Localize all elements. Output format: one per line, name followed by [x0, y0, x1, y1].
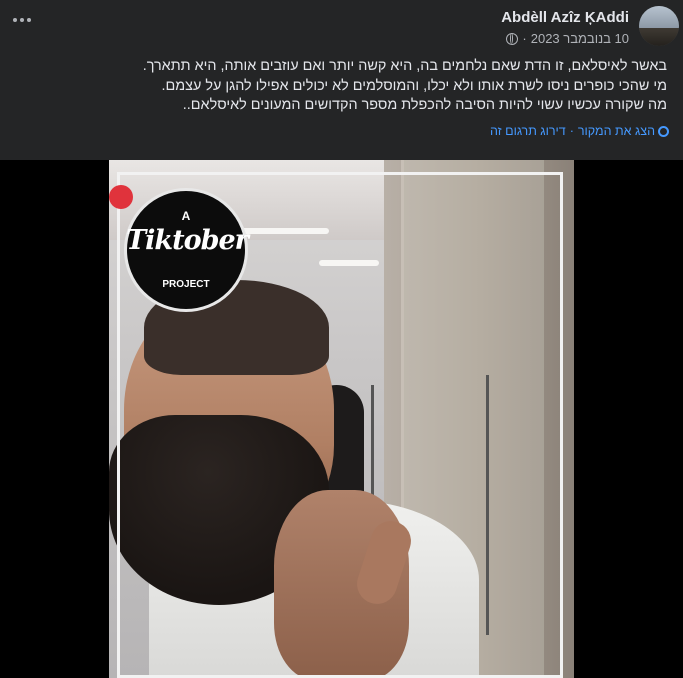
meta-separator: ·: [522, 31, 527, 46]
more-dot: [20, 18, 24, 22]
video-player[interactable]: A Tiktober PROJECT: [0, 160, 683, 678]
rate-translation-link[interactable]: דירוג תרגום זה: [490, 124, 566, 138]
translation-bar: הצג את המקור · דירוג תרגום זה: [490, 124, 655, 138]
gear-icon[interactable]: [658, 126, 669, 137]
red-badge: [109, 185, 133, 209]
post-date[interactable]: 10 בנובמבר 2023: [531, 31, 629, 46]
post-meta: 10 בנובמבר 2023 ·: [506, 31, 629, 46]
watermark-name: Tiktober: [126, 225, 249, 256]
translation-separator: ·: [569, 124, 574, 138]
author-name[interactable]: Abdèll Azîz ĶAddi: [501, 9, 629, 26]
globe-icon[interactable]: [506, 32, 519, 45]
watermark-top: A: [181, 209, 191, 223]
post-text-line: באשר לאיסלאם, זו הדת שאם נלחמים בה, היא …: [142, 58, 667, 74]
more-dot: [27, 18, 31, 22]
avatar-ground: [639, 28, 679, 46]
show-original-link[interactable]: הצג את המקור: [578, 124, 655, 138]
author-avatar[interactable]: [639, 6, 679, 46]
post-header: Abdèll Azîz ĶAddi 10 בנובמבר 2023 ·: [0, 0, 683, 56]
post-text-line: מי שהכי כופרים ניסו לשרת אותו ולא יכלו, …: [161, 77, 667, 94]
video-frame: A Tiktober PROJECT: [109, 160, 574, 678]
watermark-bottom: PROJECT: [162, 279, 210, 290]
more-dot: [13, 18, 17, 22]
avatar-sky: [639, 6, 679, 28]
facebook-post: Abdèll Azîz ĶAddi 10 בנובמבר 2023 · באשר…: [0, 0, 683, 678]
post-text-line: מה שקורה עכשיו עשוי להיות הסיבה להכפלת מ…: [182, 97, 667, 113]
post-text: באשר לאיסלאם, זו הדת שאם נלחמים בה, היא …: [47, 57, 667, 116]
watermark-logo: A Tiktober PROJECT: [124, 188, 249, 312]
more-horizontal-icon[interactable]: [10, 10, 34, 30]
